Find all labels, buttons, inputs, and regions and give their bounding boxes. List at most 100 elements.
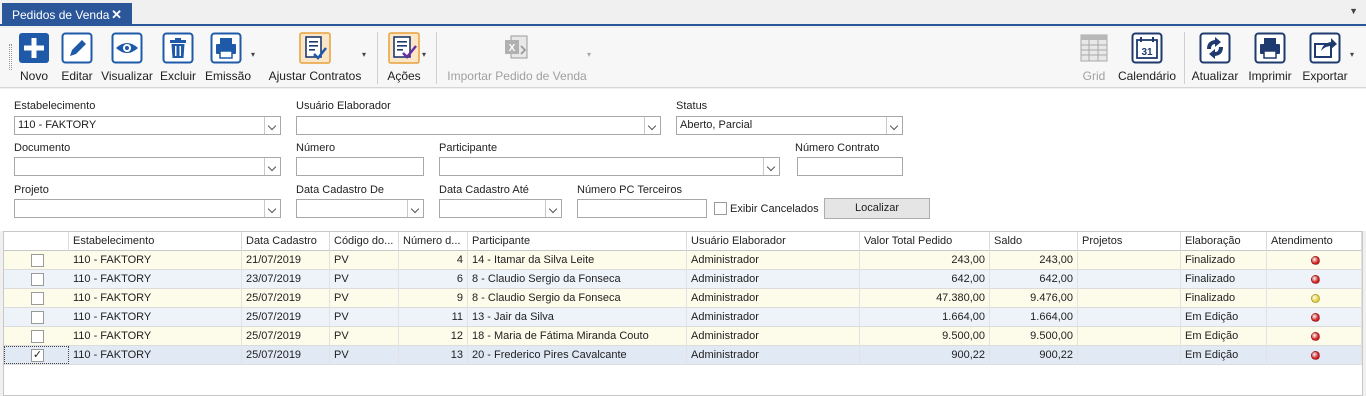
usuario-elaborador-label: Usuário Elaborador [296, 100, 391, 112]
cell-atend [1267, 289, 1362, 308]
numero-input[interactable] [296, 157, 424, 176]
chevron-down-icon[interactable] [407, 200, 423, 217]
table-row[interactable]: 110 - FAKTORY 25/07/2019 PV 9 8 - Claudio Se… [4, 289, 1362, 308]
status-value: Aberto, Parcial [680, 119, 753, 131]
chevron-down-icon[interactable] [264, 158, 280, 175]
eye-icon [111, 32, 143, 64]
chevron-down-icon[interactable] [763, 158, 779, 175]
cell-user: Administrador [687, 270, 860, 289]
column-header-elaboracao[interactable]: Elaboração [1181, 232, 1267, 251]
importar-pedido-button[interactable]: X Importar Pedido de Venda [444, 28, 590, 88]
column-header-estabelecimento[interactable]: Estabelecimento [69, 232, 242, 251]
row-select-checkbox[interactable] [31, 292, 44, 305]
editar-button[interactable]: Editar [58, 28, 96, 88]
status-select[interactable]: Aberto, Parcial [676, 116, 903, 135]
table-row[interactable]: 110 - FAKTORY 21/07/2019 PV 4 14 - Itamar da… [4, 251, 1362, 270]
cell-valor: 1.664,00 [860, 308, 990, 327]
cell-proj [1078, 308, 1181, 327]
toolbar-grip[interactable] [9, 44, 12, 70]
close-icon[interactable]: ✕ [111, 7, 122, 23]
grid-button[interactable]: Grid [1076, 28, 1112, 88]
visualizar-label: Visualizar [101, 69, 153, 83]
cell-estab: 110 - FAKTORY [69, 327, 242, 346]
estabelecimento-label: Estabelecimento [14, 100, 96, 112]
status-dot-icon [1311, 313, 1320, 322]
column-header-numero[interactable]: Número d... [399, 232, 468, 251]
row-select-checkbox[interactable] [31, 273, 44, 286]
row-select-checkbox[interactable] [31, 254, 44, 267]
tab-pedidos-de-venda[interactable]: Pedidos de Venda ✕ [2, 3, 132, 26]
column-header-select[interactable] [4, 232, 69, 251]
calendario-button[interactable]: 31 Calendário [1117, 28, 1177, 88]
data-cadastro-de-label: Data Cadastro De [296, 184, 385, 196]
novo-button[interactable]: Novo [14, 28, 54, 88]
column-header-saldo[interactable]: Saldo [990, 232, 1078, 251]
column-header-participante[interactable]: Participante [468, 232, 687, 251]
cell-cod: PV [330, 308, 399, 327]
document-check-icon [299, 32, 331, 64]
cell-valor: 642,00 [860, 270, 990, 289]
column-header-projetos[interactable]: Projetos [1078, 232, 1181, 251]
visualizar-button[interactable]: Visualizar [100, 28, 154, 88]
chevron-down-icon[interactable] [264, 117, 280, 134]
estabelecimento-select[interactable]: 110 - FAKTORY [14, 116, 281, 135]
column-header-atendimento[interactable]: Atendimento [1267, 232, 1362, 251]
projeto-select[interactable] [14, 199, 281, 218]
chevron-down-icon[interactable] [644, 117, 660, 134]
ajustar-dropdown-icon[interactable]: ▾ [362, 50, 366, 59]
cell-proj [1078, 346, 1181, 365]
cell-proj [1078, 270, 1181, 289]
localizar-button[interactable]: Localizar [824, 198, 930, 219]
row-select-checkbox[interactable] [31, 311, 44, 324]
data-cadastro-de-picker[interactable] [296, 199, 424, 218]
column-header-usuario[interactable]: Usuário Elaborador [687, 232, 860, 251]
emissao-button[interactable]: Emissão [204, 28, 252, 88]
ajustar-contratos-button[interactable]: Ajustar Contratos [266, 28, 364, 88]
exportar-label: Exportar [1302, 69, 1348, 83]
cell-num: 11 [399, 308, 468, 327]
exibir-cancelados-checkbox[interactable] [714, 202, 727, 215]
cell-user: Administrador [687, 327, 860, 346]
row-select-checkbox[interactable]: ✓ [31, 349, 44, 362]
cell-user: Administrador [687, 308, 860, 327]
acoes-button[interactable]: Ações [384, 28, 424, 88]
table-row[interactable]: 110 - FAKTORY 25/07/2019 PV 12 18 - Maria de… [4, 327, 1362, 346]
column-header-valor-total[interactable]: Valor Total Pedido [860, 232, 990, 251]
exportar-button[interactable]: Exportar [1300, 28, 1350, 88]
row-select-checkbox[interactable] [31, 330, 44, 343]
chevron-down-icon[interactable] [545, 200, 561, 217]
chevron-down-icon[interactable]: ▼ [1349, 6, 1358, 16]
cell-estab: 110 - FAKTORY [69, 346, 242, 365]
acoes-dropdown-icon[interactable]: ▾ [422, 50, 426, 59]
importar-dropdown-icon[interactable]: ▾ [587, 50, 591, 59]
calendar-icon: 31 [1131, 32, 1163, 64]
cell-valor: 900,22 [860, 346, 990, 365]
exportar-dropdown-icon[interactable]: ▾ [1350, 50, 1354, 59]
printer-icon [210, 32, 242, 64]
usuario-elaborador-select[interactable] [296, 116, 661, 135]
atualizar-button[interactable]: Atualizar [1190, 28, 1240, 88]
documento-select[interactable] [14, 157, 281, 176]
status-label: Status [676, 100, 708, 112]
cell-cod: PV [330, 289, 399, 308]
numero-contrato-input[interactable] [797, 157, 903, 176]
chevron-down-icon[interactable] [886, 117, 902, 134]
data-cadastro-ate-picker[interactable] [439, 199, 562, 218]
excluir-button[interactable]: Excluir [157, 28, 199, 88]
cell-valor: 243,00 [860, 251, 990, 270]
cell-num: 13 [399, 346, 468, 365]
cell-cod: PV [330, 327, 399, 346]
table-row[interactable]: ✓ 110 - FAKTORY 25/07/2019 PV 13 20 - Frederi… [4, 346, 1362, 365]
imprimir-button[interactable]: Imprimir [1244, 28, 1296, 88]
numero-pc-terceiros-input[interactable] [577, 199, 707, 218]
chevron-down-icon[interactable] [264, 200, 280, 217]
cell-part: 8 - Claudio Sergio da Fonseca [468, 289, 687, 308]
emissao-dropdown-icon[interactable]: ▾ [251, 50, 255, 59]
table-row[interactable]: 110 - FAKTORY 25/07/2019 PV 11 13 - Jair da … [4, 308, 1362, 327]
column-header-codigo[interactable]: Código do... [330, 232, 399, 251]
table-row[interactable]: 110 - FAKTORY 23/07/2019 PV 6 8 - Claudio Se… [4, 270, 1362, 289]
cell-part: 18 - Maria de Fátima Miranda Couto [468, 327, 687, 346]
column-header-data-cadastro[interactable]: Data Cadastro [242, 232, 330, 251]
participante-select[interactable] [439, 157, 780, 176]
emissao-label: Emissão [204, 69, 251, 83]
